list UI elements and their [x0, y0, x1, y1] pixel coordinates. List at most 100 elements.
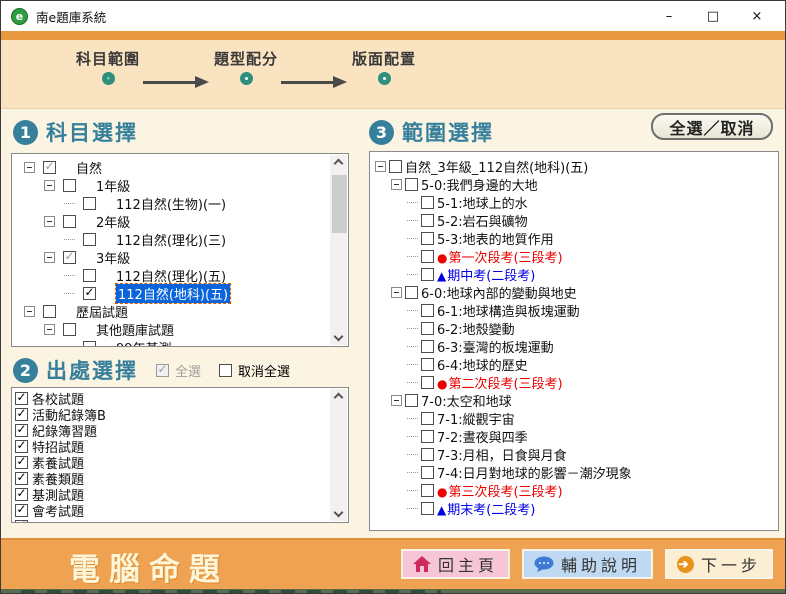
checkbox[interactable] — [421, 358, 434, 371]
checkbox[interactable] — [421, 412, 434, 425]
tree-expander-icon[interactable] — [44, 216, 55, 227]
checkbox[interactable] — [421, 196, 434, 209]
checkbox[interactable] — [405, 286, 418, 299]
tree-item[interactable]: 7-4:日月對地球的影響－潮汐現象 — [370, 463, 778, 481]
list-item[interactable]: 會考試題 — [15, 502, 348, 518]
checkbox[interactable] — [15, 456, 28, 469]
checkbox[interactable] — [15, 408, 28, 421]
tree-item[interactable]: 7-0:太空和地球 — [370, 391, 778, 409]
tree-expander-icon[interactable] — [391, 287, 402, 298]
select-all-checkbox[interactable]: 全選 — [156, 361, 201, 380]
tree-item[interactable]: 1年級 — [12, 176, 348, 194]
checkbox[interactable] — [63, 179, 76, 192]
checkbox[interactable] — [63, 215, 76, 228]
checkbox[interactable] — [83, 233, 96, 246]
scroll-up-icon[interactable] — [334, 393, 344, 403]
tree-item[interactable]: 99年基測 — [12, 338, 348, 347]
checkbox[interactable] — [15, 472, 28, 485]
tree-item[interactable]: 6-2:地殼變動 — [370, 319, 778, 337]
checkbox[interactable] — [421, 466, 434, 479]
checkbox[interactable] — [405, 178, 418, 191]
select-all-checkbox-box[interactable] — [156, 364, 169, 377]
tree-item[interactable]: 6-1:地球構造與板塊運動 — [370, 301, 778, 319]
tree-item[interactable]: 112自然(理化)(三) — [12, 230, 348, 248]
checkbox[interactable] — [421, 232, 434, 245]
checkbox[interactable] — [15, 488, 28, 501]
tree-item[interactable]: 5-3:地表的地質作用 — [370, 229, 778, 247]
checkbox[interactable] — [63, 251, 76, 264]
checkbox[interactable] — [83, 287, 96, 300]
checkbox[interactable] — [15, 392, 28, 405]
tree-item[interactable]: 7-1:縱觀宇宙 — [370, 409, 778, 427]
checkbox[interactable] — [43, 305, 56, 318]
deselect-all-checkbox[interactable]: 取消全選 — [219, 361, 290, 380]
tree-item[interactable]: ▲期中考(二段考) — [370, 265, 778, 283]
tree-item[interactable]: ●第三次段考(三段考) — [370, 481, 778, 499]
checkbox[interactable] — [421, 430, 434, 443]
checkbox[interactable] — [421, 268, 434, 281]
checkbox[interactable] — [43, 161, 56, 174]
tree-item[interactable]: ●第二次段考(三段考) — [370, 373, 778, 391]
scroll-down-icon[interactable] — [334, 332, 344, 342]
tree-item[interactable]: 自然_3年級_112自然(地科)(五) — [370, 157, 778, 175]
checkbox[interactable] — [15, 440, 28, 453]
checkbox[interactable] — [83, 341, 96, 348]
tree-item[interactable]: 112自然(生物)(一) — [12, 194, 348, 212]
checkbox[interactable] — [421, 322, 434, 335]
tree-item[interactable]: 6-3:臺灣的板塊運動 — [370, 337, 778, 355]
select-toggle-button[interactable]: 全選／取消 — [651, 113, 773, 140]
tree-item[interactable]: 5-2:岩石與礦物 — [370, 211, 778, 229]
checkbox[interactable] — [421, 250, 434, 263]
tree-item[interactable]: 112自然(理化)(五) — [12, 266, 348, 284]
tree-expander-icon[interactable] — [375, 161, 386, 172]
checkbox[interactable] — [421, 484, 434, 497]
checkbox[interactable] — [63, 323, 76, 336]
tree-item[interactable]: 5-1:地球上的水 — [370, 193, 778, 211]
tree-item[interactable]: 7-2:晝夜與四季 — [370, 427, 778, 445]
tree-item[interactable]: 3年級 — [12, 248, 348, 266]
checkbox[interactable] — [421, 376, 434, 389]
tree-item[interactable]: 6-0:地球內部的變動與地史 — [370, 283, 778, 301]
tree-item[interactable]: 其他題庫試題 — [12, 320, 348, 338]
tree-item[interactable]: 112自然(地科)(五) — [12, 284, 348, 302]
checkbox[interactable] — [83, 197, 96, 210]
tree-item[interactable]: 2年級 — [12, 212, 348, 230]
tree-item[interactable]: ●第一次段考(三段考) — [370, 247, 778, 265]
help-button[interactable]: 輔助說明 — [522, 549, 653, 579]
tree-expander-icon[interactable] — [24, 306, 35, 317]
maximize-icon[interactable]: □ — [691, 1, 735, 31]
tree-item[interactable]: 歷屆試題 — [12, 302, 348, 320]
tree-expander-icon[interactable] — [391, 395, 402, 406]
deselect-all-checkbox-box[interactable] — [219, 364, 232, 377]
checkbox[interactable] — [15, 520, 28, 524]
tree-expander-icon[interactable] — [44, 252, 55, 263]
checkbox[interactable] — [405, 394, 418, 407]
checkbox[interactable] — [421, 304, 434, 317]
tree-item[interactable]: 自然 — [12, 158, 348, 176]
checkbox[interactable] — [15, 424, 28, 437]
checkbox[interactable] — [421, 214, 434, 227]
checkbox[interactable] — [421, 448, 434, 461]
tree-item[interactable]: 7-3:月相，日食與月食 — [370, 445, 778, 463]
checkbox[interactable] — [389, 160, 402, 173]
checkbox[interactable] — [83, 269, 96, 282]
tree-expander-icon[interactable] — [44, 324, 55, 335]
next-step-button[interactable]: ➔下一步 — [665, 549, 773, 579]
tree-item[interactable]: 6-4:地球的歷史 — [370, 355, 778, 373]
checkbox[interactable] — [15, 504, 28, 517]
wizard-step[interactable]: 題型配分 — [205, 48, 287, 85]
home-button[interactable]: 回主頁 — [401, 549, 510, 579]
tree-expander-icon[interactable] — [44, 180, 55, 191]
tree-item[interactable]: ▲期末考(二段考) — [370, 499, 778, 517]
tree-expander-icon[interactable] — [24, 162, 35, 173]
tree-item[interactable]: 5-0:我們身邊的大地 — [370, 175, 778, 193]
scrollbar-thumb[interactable] — [332, 175, 347, 233]
close-icon[interactable]: × — [735, 1, 779, 31]
source-list-scrollbar[interactable] — [330, 389, 347, 521]
wizard-step[interactable]: 科目範圍 — [67, 48, 149, 85]
checkbox[interactable] — [421, 502, 434, 515]
tree-expander-icon[interactable] — [391, 179, 402, 190]
scroll-up-icon[interactable] — [334, 159, 344, 169]
scroll-down-icon[interactable] — [334, 508, 344, 518]
wizard-step[interactable]: 版面配置 — [343, 48, 425, 85]
